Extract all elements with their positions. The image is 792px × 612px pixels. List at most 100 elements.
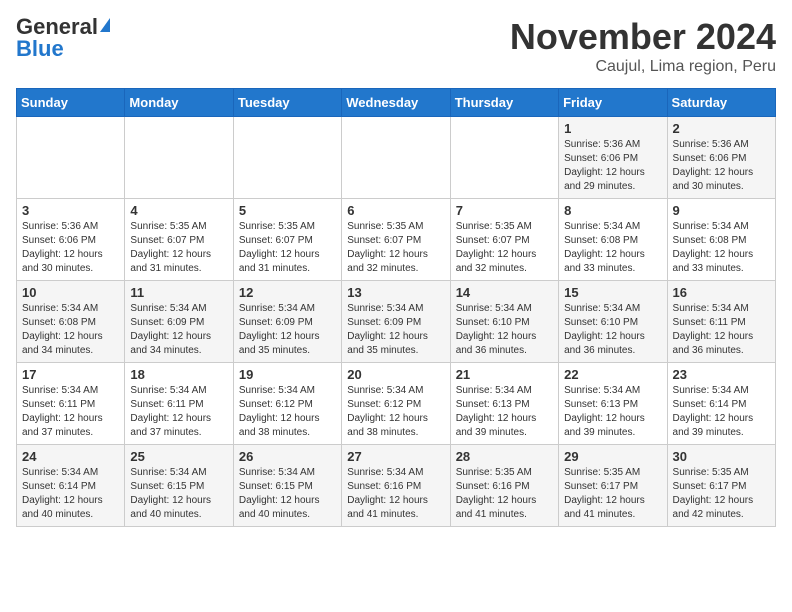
calendar-cell [125, 117, 233, 199]
day-info: Sunrise: 5:34 AM Sunset: 6:11 PM Dayligh… [673, 302, 770, 358]
week-row-5: 24 Sunrise: 5:34 AM Sunset: 6:14 PM Dayli… [17, 445, 776, 527]
calendar-cell: 29 Sunrise: 5:35 AM Sunset: 6:17 PM Dayli… [559, 445, 667, 527]
day-number: 25 [130, 449, 227, 464]
day-number: 11 [130, 285, 227, 300]
day-number: 15 [564, 285, 661, 300]
day-number: 10 [22, 285, 119, 300]
day-info: Sunrise: 5:35 AM Sunset: 6:07 PM Dayligh… [239, 220, 336, 276]
calendar-cell: 4 Sunrise: 5:35 AM Sunset: 6:07 PM Daylig… [125, 199, 233, 281]
calendar-header: SundayMondayTuesdayWednesdayThursdayFrid… [17, 89, 776, 117]
calendar-cell: 24 Sunrise: 5:34 AM Sunset: 6:14 PM Dayli… [17, 445, 125, 527]
calendar-cell: 25 Sunrise: 5:34 AM Sunset: 6:15 PM Dayli… [125, 445, 233, 527]
day-info: Sunrise: 5:34 AM Sunset: 6:11 PM Dayligh… [130, 384, 227, 440]
calendar-cell: 22Sunrise: 5:34 AM Sunset: 6:13 PM Dayli… [559, 363, 667, 445]
day-number: 29 [564, 449, 661, 464]
header-saturday: Saturday [667, 89, 775, 117]
day-info: Sunrise: 5:34 AM Sunset: 6:10 PM Dayligh… [564, 302, 661, 358]
day-number: 9 [673, 203, 770, 218]
week-row-3: 10 Sunrise: 5:34 AM Sunset: 6:08 PM Dayli… [17, 281, 776, 363]
calendar-cell: 19Sunrise: 5:34 AM Sunset: 6:12 PM Dayli… [233, 363, 341, 445]
calendar-cell: 26 Sunrise: 5:34 AM Sunset: 6:15 PM Dayli… [233, 445, 341, 527]
calendar-cell [342, 117, 450, 199]
calendar-cell: 15 Sunrise: 5:34 AM Sunset: 6:10 PM Dayli… [559, 281, 667, 363]
calendar-cell: 6 Sunrise: 5:35 AM Sunset: 6:07 PM Daylig… [342, 199, 450, 281]
day-number: 2 [673, 121, 770, 136]
day-info: Sunrise: 5:35 AM Sunset: 6:16 PM Dayligh… [456, 466, 553, 522]
day-number: 6 [347, 203, 444, 218]
day-info: Sunrise: 5:34 AM Sunset: 6:15 PM Dayligh… [239, 466, 336, 522]
logo: General Blue [16, 16, 110, 60]
calendar-cell: 18Sunrise: 5:34 AM Sunset: 6:11 PM Dayli… [125, 363, 233, 445]
day-number: 17 [22, 367, 119, 382]
day-number: 19 [239, 367, 336, 382]
day-number: 28 [456, 449, 553, 464]
day-number: 23 [673, 367, 770, 382]
day-number: 21 [456, 367, 553, 382]
calendar-cell: 8 Sunrise: 5:34 AM Sunset: 6:08 PM Daylig… [559, 199, 667, 281]
day-number: 26 [239, 449, 336, 464]
day-number: 24 [22, 449, 119, 464]
day-number: 8 [564, 203, 661, 218]
calendar-cell [450, 117, 558, 199]
calendar-cell: 7Sunrise: 5:35 AM Sunset: 6:07 PM Daylig… [450, 199, 558, 281]
day-info: Sunrise: 5:34 AM Sunset: 6:12 PM Dayligh… [347, 384, 444, 440]
calendar-cell [17, 117, 125, 199]
calendar-cell: 30Sunrise: 5:35 AM Sunset: 6:17 PM Dayli… [667, 445, 775, 527]
calendar-cell: 21Sunrise: 5:34 AM Sunset: 6:13 PM Dayli… [450, 363, 558, 445]
day-info: Sunrise: 5:34 AM Sunset: 6:09 PM Dayligh… [347, 302, 444, 358]
day-number: 3 [22, 203, 119, 218]
day-number: 13 [347, 285, 444, 300]
calendar-cell: 20 Sunrise: 5:34 AM Sunset: 6:12 PM Dayli… [342, 363, 450, 445]
header-monday: Monday [125, 89, 233, 117]
week-row-4: 17 Sunrise: 5:34 AM Sunset: 6:11 PM Dayli… [17, 363, 776, 445]
calendar-cell: 2 Sunrise: 5:36 AM Sunset: 6:06 PM Daylig… [667, 117, 775, 199]
day-info: Sunrise: 5:34 AM Sunset: 6:13 PM Dayligh… [564, 384, 661, 440]
day-number: 1 [564, 121, 661, 136]
day-info: Sunrise: 5:34 AM Sunset: 6:08 PM Dayligh… [564, 220, 661, 276]
day-info: Sunrise: 5:35 AM Sunset: 6:17 PM Dayligh… [673, 466, 770, 522]
calendar-body: 1 Sunrise: 5:36 AM Sunset: 6:06 PM Daylig… [17, 117, 776, 527]
day-info: Sunrise: 5:34 AM Sunset: 6:14 PM Dayligh… [22, 466, 119, 522]
day-info: Sunrise: 5:36 AM Sunset: 6:06 PM Dayligh… [564, 138, 661, 194]
day-info: Sunrise: 5:34 AM Sunset: 6:15 PM Dayligh… [130, 466, 227, 522]
calendar-location: Caujul, Lima region, Peru [510, 58, 776, 76]
day-number: 14 [456, 285, 553, 300]
day-info: Sunrise: 5:34 AM Sunset: 6:11 PM Dayligh… [22, 384, 119, 440]
calendar-cell: 28 Sunrise: 5:35 AM Sunset: 6:16 PM Dayli… [450, 445, 558, 527]
logo-icon [100, 18, 110, 32]
day-info: Sunrise: 5:34 AM Sunset: 6:16 PM Dayligh… [347, 466, 444, 522]
day-info: Sunrise: 5:35 AM Sunset: 6:07 PM Dayligh… [456, 220, 553, 276]
day-info: Sunrise: 5:35 AM Sunset: 6:17 PM Dayligh… [564, 466, 661, 522]
day-info: Sunrise: 5:35 AM Sunset: 6:07 PM Dayligh… [130, 220, 227, 276]
calendar-cell: 27 Sunrise: 5:34 AM Sunset: 6:16 PM Dayli… [342, 445, 450, 527]
calendar-cell: 3Sunrise: 5:36 AM Sunset: 6:06 PM Daylig… [17, 199, 125, 281]
logo-general-text: General [16, 16, 98, 38]
calendar-table: SundayMondayTuesdayWednesdayThursdayFrid… [16, 88, 776, 527]
day-info: Sunrise: 5:35 AM Sunset: 6:07 PM Dayligh… [347, 220, 444, 276]
day-number: 27 [347, 449, 444, 464]
logo-blue-text: Blue [16, 38, 64, 60]
calendar-cell: 16 Sunrise: 5:34 AM Sunset: 6:11 PM Dayli… [667, 281, 775, 363]
day-number: 4 [130, 203, 227, 218]
calendar-cell: 11 Sunrise: 5:34 AM Sunset: 6:09 PM Dayli… [125, 281, 233, 363]
calendar-cell: 1 Sunrise: 5:36 AM Sunset: 6:06 PM Daylig… [559, 117, 667, 199]
day-info: Sunrise: 5:34 AM Sunset: 6:08 PM Dayligh… [673, 220, 770, 276]
page-header: General Blue November 2024 Caujul, Lima … [16, 16, 776, 76]
calendar-cell: 23Sunrise: 5:34 AM Sunset: 6:14 PM Dayli… [667, 363, 775, 445]
day-info: Sunrise: 5:34 AM Sunset: 6:09 PM Dayligh… [239, 302, 336, 358]
day-number: 16 [673, 285, 770, 300]
header-wednesday: Wednesday [342, 89, 450, 117]
day-info: Sunrise: 5:34 AM Sunset: 6:08 PM Dayligh… [22, 302, 119, 358]
calendar-cell: 14Sunrise: 5:34 AM Sunset: 6:10 PM Dayli… [450, 281, 558, 363]
calendar-cell: 5Sunrise: 5:35 AM Sunset: 6:07 PM Daylig… [233, 199, 341, 281]
calendar-title: November 2024 [510, 16, 776, 58]
day-info: Sunrise: 5:36 AM Sunset: 6:06 PM Dayligh… [673, 138, 770, 194]
week-row-1: 1 Sunrise: 5:36 AM Sunset: 6:06 PM Daylig… [17, 117, 776, 199]
header-sunday: Sunday [17, 89, 125, 117]
day-info: Sunrise: 5:34 AM Sunset: 6:09 PM Dayligh… [130, 302, 227, 358]
title-section: November 2024 Caujul, Lima region, Peru [510, 16, 776, 76]
day-number: 20 [347, 367, 444, 382]
header-friday: Friday [559, 89, 667, 117]
day-number: 12 [239, 285, 336, 300]
calendar-cell: 9 Sunrise: 5:34 AM Sunset: 6:08 PM Daylig… [667, 199, 775, 281]
